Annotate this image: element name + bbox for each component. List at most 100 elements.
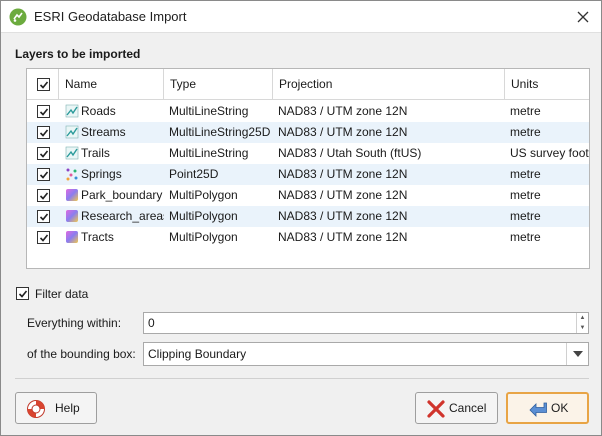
layer-projection-cell: NAD83 / UTM zone 12N bbox=[278, 104, 408, 118]
polygon-layer-icon bbox=[66, 189, 78, 201]
row-checkbox[interactable] bbox=[37, 126, 50, 139]
layer-name-cell: Streams bbox=[59, 122, 164, 143]
checkmark-icon bbox=[39, 191, 48, 200]
cancel-button[interactable]: Cancel bbox=[415, 392, 498, 424]
help-button[interactable]: Help bbox=[15, 392, 97, 424]
table-row[interactable]: Roads MultiLineString NAD83 / UTM zone 12N… bbox=[27, 101, 589, 122]
table-row[interactable]: Trails MultiLineString NAD83 / Utah South … bbox=[27, 143, 589, 164]
spin-arrows: ▲ ▼ bbox=[576, 313, 588, 333]
layer-name: Research_areas bbox=[81, 209, 164, 223]
table-row[interactable]: Streams MultiLineString25D NAD83 / UTM zon… bbox=[27, 122, 589, 143]
bounding-box-label: of the bounding box: bbox=[27, 347, 136, 361]
title-bar: ESRI Geodatabase Import bbox=[1, 1, 601, 33]
dropdown-button[interactable] bbox=[566, 343, 588, 365]
layer-name-cell: Park_boundary bbox=[59, 185, 164, 206]
checkmark-icon bbox=[39, 80, 48, 89]
spin-down-button[interactable]: ▼ bbox=[577, 323, 588, 333]
everything-within-label: Everything within: bbox=[27, 316, 122, 330]
table-row[interactable]: Springs Point25D NAD83 / UTM zone 12N metre bbox=[27, 164, 589, 185]
close-icon bbox=[577, 11, 589, 23]
table-row[interactable]: Research_areas MultiPolygon NAD83 / UTM zo… bbox=[27, 206, 589, 227]
checkmark-icon bbox=[18, 289, 27, 298]
layer-units-cell: metre bbox=[510, 230, 541, 244]
window-title: ESRI Geodatabase Import bbox=[34, 9, 187, 24]
row-checkbox[interactable] bbox=[37, 210, 50, 223]
checkmark-icon bbox=[39, 212, 48, 221]
distance-value: 0 bbox=[148, 316, 155, 330]
chevron-down-icon bbox=[572, 351, 583, 357]
layer-name-cell: Tracts bbox=[59, 227, 164, 248]
line-layer-icon bbox=[65, 125, 79, 139]
bounding-box-dropdown[interactable]: Clipping Boundary bbox=[143, 342, 589, 366]
layer-projection-cell: NAD83 / Utah South (ftUS) bbox=[278, 146, 422, 160]
line-layer-icon bbox=[65, 104, 79, 118]
column-header-type[interactable]: Type bbox=[164, 69, 273, 100]
layer-units-cell: metre bbox=[510, 104, 541, 118]
checkmark-icon bbox=[39, 170, 48, 179]
layer-type-cell: MultiLineString bbox=[169, 104, 249, 118]
column-header-name[interactable]: Name bbox=[59, 69, 164, 100]
checkmark-icon bbox=[39, 128, 48, 137]
filter-data-checkbox[interactable] bbox=[16, 287, 29, 300]
layer-name-cell: Roads bbox=[59, 101, 164, 122]
layer-projection-cell: NAD83 / UTM zone 12N bbox=[278, 125, 408, 139]
layer-type-cell: MultiPolygon bbox=[169, 209, 238, 223]
dialog-window: ESRI Geodatabase Import Layers to be imp… bbox=[0, 0, 602, 436]
layer-type-cell: Point25D bbox=[169, 167, 219, 181]
layer-name-cell: Springs bbox=[59, 164, 164, 185]
layer-name: Roads bbox=[81, 104, 116, 118]
help-button-label: Help bbox=[55, 401, 80, 415]
table-header: Name Type Projection Units bbox=[27, 69, 589, 100]
layer-name: Springs bbox=[81, 167, 122, 181]
row-checkbox[interactable] bbox=[37, 231, 50, 244]
layer-units-cell: US survey foot bbox=[510, 146, 589, 160]
layer-projection-cell: NAD83 / UTM zone 12N bbox=[278, 230, 408, 244]
layer-name: Trails bbox=[81, 146, 110, 160]
layer-name: Park_boundary bbox=[81, 188, 163, 202]
row-checkbox[interactable] bbox=[37, 189, 50, 202]
column-header-units[interactable]: Units bbox=[505, 69, 589, 100]
enter-arrow-icon bbox=[529, 402, 547, 417]
lifebuoy-icon bbox=[27, 400, 45, 418]
layer-units-cell: metre bbox=[510, 167, 541, 181]
distance-spinbox[interactable]: 0 ▲ ▼ bbox=[143, 312, 589, 334]
layers-section-label: Layers to be imported bbox=[15, 47, 141, 61]
checkmark-icon bbox=[39, 233, 48, 242]
bounding-box-value: Clipping Boundary bbox=[148, 347, 247, 361]
layer-units-cell: metre bbox=[510, 188, 541, 202]
layer-projection-cell: NAD83 / UTM zone 12N bbox=[278, 167, 408, 181]
layer-name-cell: Trails bbox=[59, 143, 164, 164]
layer-name-cell: Research_areas bbox=[59, 206, 164, 227]
layer-name: Streams bbox=[81, 125, 126, 139]
header-select-all-cell bbox=[27, 69, 59, 100]
select-all-checkbox[interactable] bbox=[37, 78, 50, 91]
row-checkbox[interactable] bbox=[37, 105, 50, 118]
ok-button-label: OK bbox=[551, 401, 569, 415]
ok-button[interactable]: OK bbox=[506, 392, 589, 424]
layer-projection-cell: NAD83 / UTM zone 12N bbox=[278, 209, 408, 223]
row-checkbox[interactable] bbox=[37, 147, 50, 160]
checkmark-icon bbox=[39, 149, 48, 158]
spin-up-button[interactable]: ▲ bbox=[577, 313, 588, 323]
layer-type-cell: MultiLineString25D bbox=[169, 125, 271, 139]
row-checkbox[interactable] bbox=[37, 168, 50, 181]
layer-name: Tracts bbox=[81, 230, 114, 244]
cancel-button-label: Cancel bbox=[449, 401, 487, 415]
layer-type-cell: MultiPolygon bbox=[169, 230, 238, 244]
filter-data-label[interactable]: Filter data bbox=[35, 287, 88, 301]
point-layer-icon bbox=[66, 168, 78, 181]
table-row[interactable]: Park_boundary MultiPolygon NAD83 / UTM zon… bbox=[27, 185, 589, 206]
close-button[interactable] bbox=[571, 5, 595, 29]
polygon-layer-icon bbox=[66, 210, 78, 222]
app-logo-icon bbox=[9, 8, 27, 26]
cancel-x-icon bbox=[427, 400, 445, 418]
layer-units-cell: metre bbox=[510, 125, 541, 139]
polygon-layer-icon bbox=[66, 231, 78, 243]
checkmark-icon bbox=[39, 107, 48, 116]
layer-type-cell: MultiPolygon bbox=[169, 188, 238, 202]
layer-type-cell: MultiLineString bbox=[169, 146, 249, 160]
column-header-projection[interactable]: Projection bbox=[273, 69, 505, 100]
table-row[interactable]: Tracts MultiPolygon NAD83 / UTM zone 12N me… bbox=[27, 227, 589, 248]
line-layer-icon bbox=[65, 146, 79, 160]
layer-projection-cell: NAD83 / UTM zone 12N bbox=[278, 188, 408, 202]
